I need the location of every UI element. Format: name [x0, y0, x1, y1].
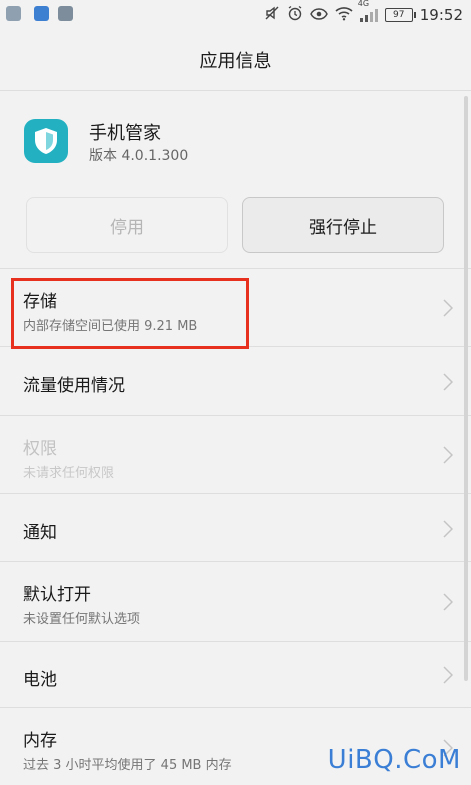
permissions-subtitle: 未请求任何权限	[23, 466, 115, 481]
scrollbar[interactable]	[464, 96, 468, 681]
status-icons: 4G 97 19:52	[264, 0, 463, 26]
wifi-icon	[335, 5, 353, 26]
app-icon	[24, 119, 68, 163]
list-item-permissions[interactable]: 权限 未请求任何权限	[0, 416, 471, 494]
permissions-title: 权限	[23, 439, 57, 459]
battery-title: 电池	[23, 670, 57, 690]
app-version: 版本 4.0.1.300	[89, 148, 189, 164]
battery-level: 97	[393, 10, 405, 20]
network-type-label: 4G	[357, 0, 370, 8]
status-bar: 4G 97 19:52	[0, 0, 471, 30]
eye-icon	[309, 5, 328, 26]
app-notification-icon	[34, 6, 49, 21]
list-item-notifications[interactable]: 通知	[0, 494, 471, 562]
image-notification-icon	[58, 6, 73, 21]
storage-subtitle: 内部存储空间已使用 9.21 MB	[23, 319, 198, 334]
open-by-default-title: 默认打开	[23, 585, 91, 605]
chevron-right-icon	[443, 666, 453, 684]
mute-icon	[264, 5, 280, 26]
app-header: 手机管家 版本 4.0.1.300	[0, 91, 471, 191]
chevron-right-icon	[443, 299, 453, 317]
shield-icon	[35, 128, 57, 154]
title-bar: 应用信息	[0, 30, 471, 91]
chevron-right-icon	[443, 373, 453, 391]
settings-list: 存储 内部存储空间已使用 9.21 MB 流量使用情况 权限 未请求任何权限 通…	[0, 268, 471, 785]
watermark: UiBQ.CoM	[327, 745, 461, 775]
open-by-default-subtitle: 未设置任何默认选项	[23, 612, 141, 627]
chevron-right-icon	[443, 593, 453, 611]
chevron-right-icon	[443, 446, 453, 464]
app-name: 手机管家	[89, 123, 161, 144]
disable-button[interactable]: 停用	[26, 197, 228, 253]
notifications-title: 通知	[23, 523, 57, 543]
list-item-storage[interactable]: 存储 内部存储空间已使用 9.21 MB	[0, 269, 471, 347]
chevron-right-icon	[443, 520, 453, 538]
list-item-battery[interactable]: 电池	[0, 642, 471, 708]
alarm-icon	[287, 5, 303, 26]
app-info-screen: 4G 97 19:52 应用信息 手机管家 版本 4.0.1.300 停用 强行…	[0, 0, 471, 785]
memory-title: 内存	[23, 731, 57, 751]
page-title: 应用信息	[199, 51, 272, 72]
notification-icon	[6, 6, 21, 21]
storage-title: 存储	[23, 292, 57, 312]
cellular-signal-icon: 4G	[358, 0, 378, 22]
disable-button-label: 停用	[110, 217, 144, 238]
battery-icon: 97	[384, 8, 416, 22]
list-item-data-usage[interactable]: 流量使用情况	[0, 347, 471, 416]
list-item-open-by-default[interactable]: 默认打开 未设置任何默认选项	[0, 562, 471, 642]
data-usage-title: 流量使用情况	[23, 376, 125, 396]
force-stop-button-label: 强行停止	[309, 217, 377, 238]
force-stop-button[interactable]: 强行停止	[242, 197, 444, 253]
status-time: 19:52	[419, 6, 463, 24]
memory-subtitle: 过去 3 小时平均使用了 45 MB 内存	[23, 758, 232, 773]
